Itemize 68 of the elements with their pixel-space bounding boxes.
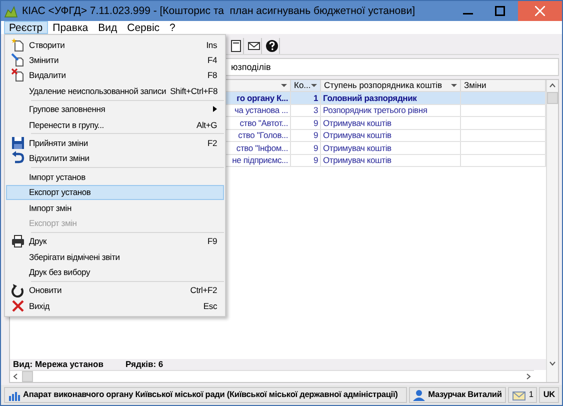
menu-item[interactable]: Вихід Esc: [6, 298, 224, 314]
menu-item[interactable]: Вид: [93, 21, 122, 34]
save-icon: [11, 136, 25, 150]
menu-item[interactable]: Зберігати відмічені звіти: [6, 249, 224, 264]
table-cell: 9: [313, 118, 318, 128]
view-label: Вид: Мережа установ: [13, 359, 104, 370]
panel-text: юзподілів: [231, 62, 271, 72]
menu-item[interactable]: Імпорт змін: [6, 200, 224, 216]
menu-item[interactable]: Правка: [48, 21, 94, 34]
scroll-thumb[interactable]: [547, 92, 558, 104]
table-cell: Отримувач коштів: [323, 142, 392, 153]
table-cell: Отримувач коштів: [323, 155, 392, 166]
menu-item[interactable]: ?: [164, 21, 180, 34]
mail-icon: [512, 389, 526, 401]
row-count: Рядків: 6: [125, 359, 164, 370]
menu-item[interactable]: Експорт установ: [6, 184, 224, 200]
table-cell: 1: [313, 92, 318, 103]
menu-item[interactable]: Видалити F8: [6, 68, 224, 84]
menu-item[interactable]: Друк F9: [6, 234, 224, 250]
table-cell: Розпорядник третього рівня: [323, 105, 428, 116]
sort-caret-icon: [311, 84, 317, 87]
maximize-icon: [495, 6, 505, 16]
table-cell: го органу К...: [236, 92, 288, 103]
table-cell: ство "Автот...: [240, 118, 288, 128]
refresh-icon: [11, 284, 25, 298]
language-indicator[interactable]: UK: [539, 387, 559, 403]
scroll-thumb[interactable]: [22, 371, 33, 382]
table-cell: 9: [313, 142, 318, 153]
user-icon: [413, 389, 426, 401]
menu-item[interactable]: Оновити Ctrl+F2: [6, 282, 224, 298]
delete-document-icon: [11, 68, 25, 82]
table-cell: Отримувач коштів: [323, 118, 392, 128]
menu-item[interactable]: Імпорт установ: [6, 169, 224, 185]
window-title: КІАС <УФГД> 7.11.023.999 - [Кошторис та план асигнувань бюджетної установи]: [22, 4, 415, 18]
table-cell: 3: [313, 105, 318, 116]
app-logo-icon: [4, 4, 18, 18]
table-cell: 9: [313, 130, 318, 140]
menu-item[interactable]: Друк без вибору: [6, 264, 224, 280]
table-cell: 9: [313, 155, 318, 166]
table-cell: Головний разпорядник: [323, 92, 417, 103]
sort-caret-icon: [281, 84, 287, 87]
table-cell: Отримувач коштів: [323, 130, 392, 140]
exit-icon: [11, 298, 25, 313]
user-name: Мазурчак Виталий: [428, 390, 502, 400]
undo-icon: [11, 151, 25, 166]
table-cell: ство "Інфом...: [236, 142, 288, 153]
table-cell: не підприємс...: [232, 155, 288, 166]
close-button[interactable]: [518, 1, 562, 21]
menu-item[interactable]: Сервіс: [122, 21, 165, 34]
sort-caret-icon: [451, 84, 457, 87]
organization-name: Апарат виконавчого органу Київської міської ради (Київської міської державної адміністрації): [23, 390, 398, 400]
printer-icon: [11, 234, 25, 248]
new-document-icon: [11, 38, 25, 52]
document-icon[interactable]: [228, 38, 242, 52]
building-chart-icon: [8, 390, 20, 400]
menu-item[interactable]: Реєстр: [4, 21, 48, 34]
table-cell: ча установа ...: [234, 105, 288, 116]
table-cell: ство "Голов...: [238, 130, 288, 140]
menu-item[interactable]: Створити Ins: [6, 37, 224, 52]
message-count: 1: [528, 390, 534, 400]
help-icon[interactable]: [264, 38, 278, 52]
menu-item[interactable]: Змінити F4: [6, 52, 224, 68]
column-header[interactable]: Ступень розпорядника коштів: [321, 80, 461, 91]
close-icon: [535, 6, 545, 16]
minimize-icon: [463, 13, 473, 15]
submenu-arrow-icon: [213, 106, 217, 112]
column-header[interactable]: Ко...: [291, 80, 321, 91]
edit-document-icon: [11, 53, 25, 68]
